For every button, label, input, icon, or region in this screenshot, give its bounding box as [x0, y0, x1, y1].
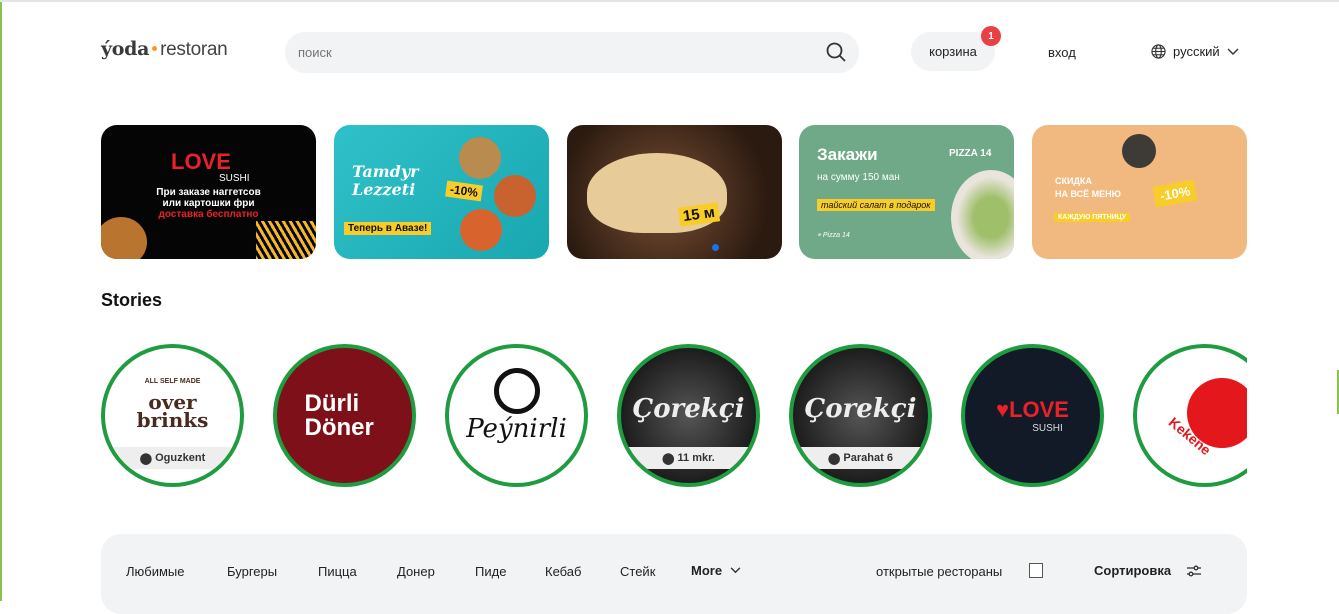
brand-logo	[1122, 134, 1156, 168]
sort-icon	[1187, 565, 1202, 576]
banner-love-sushi[interactable]: LOVE SUSHI При заказе наггетсов или карт…	[101, 125, 316, 259]
cart-count-badge: 1	[981, 26, 1001, 46]
banner-text: или картошки фри	[162, 198, 255, 209]
more-dropdown[interactable]: More	[691, 563, 741, 578]
story-location: ⬤ 11 mkr.	[621, 447, 756, 469]
logo[interactable]: ýoda restoran	[101, 38, 228, 61]
story-location: ⬤ Oguzkent	[105, 447, 240, 469]
story-item[interactable]: Dürli Döner	[273, 344, 416, 487]
ladybug-icon	[1187, 378, 1247, 448]
banner-brand: PIZZA 14	[949, 148, 992, 159]
story-item[interactable]: Peýnirli	[445, 344, 588, 487]
search-input[interactable]	[285, 32, 859, 73]
story-item[interactable]: ALL SELF MADE over brinks ⬤ Oguzkent	[101, 344, 244, 487]
discount-tag: -10%	[1152, 179, 1198, 208]
story-item[interactable]: Çorekçi ⬤ Parahat 6	[789, 344, 932, 487]
logo-main: ýoda	[101, 38, 150, 60]
category-steak[interactable]: Стейк	[620, 564, 655, 579]
banner-tag: Теперь в Авазе!	[344, 222, 432, 235]
category-favorites[interactable]: Любимые	[126, 564, 185, 579]
category-burgers[interactable]: Бургеры	[227, 564, 277, 579]
story-subtext: SUSHI	[1032, 423, 1063, 434]
location-pin-icon: ⬤	[139, 452, 156, 465]
window-edge	[0, 2, 2, 601]
location-pin-icon: ⬤	[662, 452, 678, 465]
chevron-down-icon	[730, 567, 741, 574]
story-name: ♥LOVE	[996, 397, 1069, 422]
carousel-dot[interactable]	[712, 244, 719, 251]
banner-brand: Tamdyr Lezzeti	[352, 162, 419, 199]
banner-text: доставка бесплатно	[158, 209, 259, 220]
story-item[interactable]: ♥LOVE SUSHI	[961, 344, 1104, 487]
sort-button[interactable]: Сортировка	[1094, 563, 1202, 578]
salad-image	[951, 170, 1014, 259]
banner-text: При заказе наггетсов	[156, 187, 261, 198]
banner-sub: SUSHI	[219, 173, 250, 184]
banner-doner[interactable]: 15 м	[567, 125, 782, 259]
story-name: over brinks	[136, 390, 209, 432]
login-link[interactable]: вход	[1048, 45, 1076, 60]
chevron-down-icon	[1227, 48, 1239, 55]
banner-title: Закажи	[817, 145, 878, 164]
story-item[interactable]: Kekene	[1133, 344, 1247, 487]
open-restaurants-checkbox[interactable]	[1029, 563, 1043, 578]
banner-tag: тайский салат в подарок	[817, 199, 935, 211]
cart-label: корзина	[929, 44, 977, 59]
banner-tamdyr[interactable]: Tamdyr Lezzeti -10% Теперь в Авазе!	[334, 125, 549, 259]
globe-icon	[1151, 44, 1166, 59]
price-tag: 15 м	[677, 202, 721, 227]
banner-sub: на сумму 150 ман	[817, 172, 900, 183]
banner-location: ⌖ Pizza 14	[817, 232, 850, 239]
story-location: ⬤ Parahat 6	[793, 447, 928, 469]
story-name: Dürli Döner	[304, 389, 374, 441]
stories-title: Stories	[101, 290, 163, 310]
open-restaurants-label: открытые рестораны	[876, 564, 1003, 579]
nuggets-image	[101, 217, 147, 259]
discount-tag: -10%	[445, 180, 483, 202]
language-label: русский	[1173, 44, 1220, 59]
category-kebab[interactable]: Кебаб	[545, 564, 581, 579]
logo-dot	[152, 46, 158, 51]
category-doner[interactable]: Донер	[397, 564, 435, 579]
banner-text: СКИДКА	[1055, 176, 1092, 186]
location-pin-icon: ⬤	[828, 452, 844, 465]
banner-text: НА ВСЁ МЕНЮ	[1055, 189, 1121, 199]
fries-image	[256, 221, 316, 259]
banner-brand: LOVE	[171, 149, 231, 174]
story-name: Çorekçi	[632, 393, 745, 424]
logo-sub: restoran	[160, 39, 228, 60]
story-name: Kekene	[1165, 413, 1215, 459]
story-subtext: ALL SELF MADE	[144, 378, 201, 385]
banner-corekci[interactable]: СКИДКА НА ВСЁ МЕНЮ -10% КАЖДУЮ ПЯТНИЦУ	[1032, 125, 1247, 259]
category-pide[interactable]: Пиде	[475, 564, 506, 579]
story-item[interactable]: Çorekçi ⬤ 11 mkr.	[617, 344, 760, 487]
banner-pizza14[interactable]: Закажи PIZZA 14 на сумму 150 ман тайский…	[799, 125, 1014, 259]
search-icon[interactable]	[826, 42, 846, 62]
category-pizza[interactable]: Пицца	[318, 564, 357, 579]
banner-tag: КАЖДУЮ ПЯТНИЦУ	[1054, 213, 1131, 222]
heart-icon: ♥	[996, 397, 1010, 422]
story-name: Peýnirli	[466, 413, 567, 444]
story-name: Çorekçi	[804, 393, 917, 424]
language-selector[interactable]: русский	[1151, 44, 1239, 59]
coffee-icon	[493, 367, 540, 414]
